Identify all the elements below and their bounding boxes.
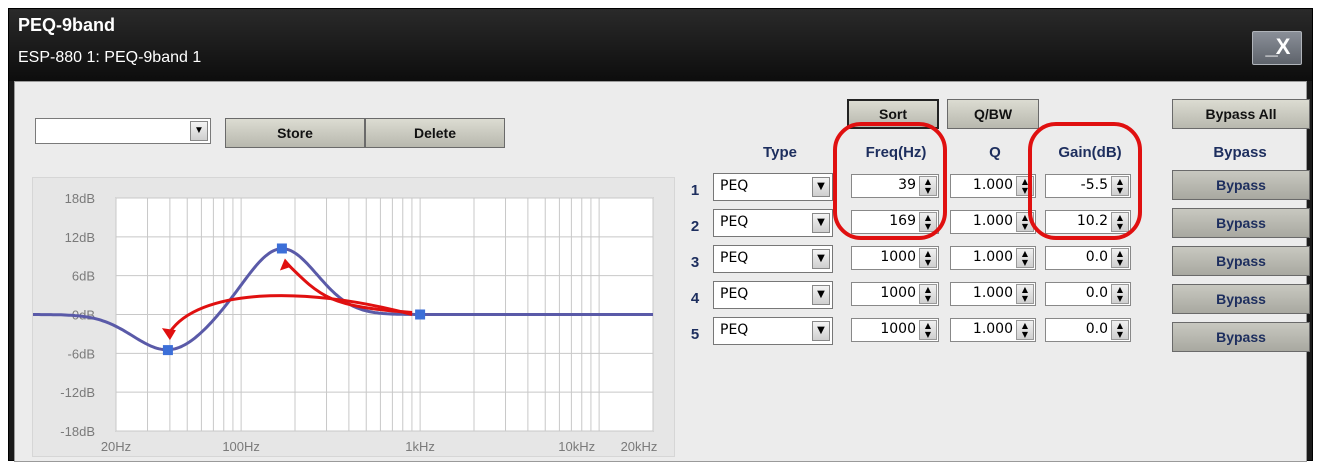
spin-arrows-icon[interactable]: ▲ ▼ (1111, 248, 1129, 268)
x-tick-label: 10kHz (558, 439, 595, 454)
y-tick-label: 18dB (65, 191, 95, 206)
spin-arrows-icon[interactable]: ▲ ▼ (1016, 320, 1034, 340)
q-value: 1.000 (972, 213, 1013, 229)
preset-dropdown[interactable]: ▼ (35, 118, 211, 144)
band-number: 5 (690, 326, 700, 343)
freq-field[interactable]: 1000 ▲ ▼ (851, 282, 939, 306)
chevron-down-icon[interactable]: ▼ (812, 249, 830, 269)
q-field[interactable]: 1.000 ▲ ▼ (950, 318, 1036, 342)
freq-field[interactable]: 1000 ▲ ▼ (851, 246, 939, 270)
x-tick-label: 100Hz (222, 439, 260, 454)
gain-field[interactable]: 0.0 ▲ ▼ (1045, 246, 1131, 270)
window-subtitle: ESP-880 1: PEQ-9band 1 (18, 49, 202, 66)
gain-field[interactable]: 0.0 ▲ ▼ (1045, 318, 1131, 342)
q-field[interactable]: 1.000 ▲ ▼ (950, 282, 1036, 306)
spin-arrows-icon[interactable]: ▲ ▼ (1111, 284, 1129, 304)
band-type-value: PEQ (720, 322, 749, 338)
chevron-down-icon[interactable]: ▼ (190, 121, 208, 141)
spin-arrows-icon[interactable]: ▲ ▼ (919, 248, 937, 268)
y-tick-label: 12dB (65, 230, 95, 245)
x-tick-label: 20Hz (101, 439, 131, 454)
spin-arrows-icon[interactable]: ▲ ▼ (919, 320, 937, 340)
minimize-close-button[interactable]: _X (1252, 31, 1302, 65)
q-field[interactable]: 1.000 ▲ ▼ (950, 246, 1036, 270)
x-axis-labels: 20Hz 100Hz 1kHz 10kHz 20kHz (101, 439, 658, 454)
freq-value: 1000 (880, 321, 916, 337)
bypass-all-button[interactable]: Bypass All (1172, 99, 1310, 129)
freq-field[interactable]: 1000 ▲ ▼ (851, 318, 939, 342)
gain-value: 0.0 (1085, 321, 1108, 337)
delete-button[interactable]: Delete (365, 118, 505, 148)
gain-value: 0.0 (1085, 285, 1108, 301)
band-type-value: PEQ (720, 178, 749, 194)
band-type-select[interactable]: PEQ ▼ (713, 317, 833, 345)
band-marker-handle (276, 243, 287, 254)
type-header: Type (763, 144, 797, 161)
q-field[interactable]: 1.000 ▲ ▼ (950, 174, 1036, 198)
store-button[interactable]: Store (225, 118, 365, 148)
band-number: 1 (690, 182, 700, 199)
gain-highlight-circle (1028, 122, 1142, 240)
q-value: 1.000 (972, 177, 1013, 193)
bypass-header: Bypass (1213, 144, 1267, 161)
band-type-value: PEQ (720, 214, 749, 230)
bypass-button[interactable]: Bypass (1172, 246, 1310, 276)
band-marker-handle (162, 345, 173, 356)
x-tick-label: 20kHz (621, 439, 658, 454)
band-type-value: PEQ (720, 250, 749, 266)
band-number: 4 (690, 290, 700, 307)
spin-arrows-icon[interactable]: ▲ ▼ (1016, 248, 1034, 268)
band-type-value: PEQ (720, 286, 749, 302)
spin-arrows-icon[interactable]: ▲ ▼ (1111, 320, 1129, 340)
y-tick-label: -6dB (68, 346, 95, 361)
band-type-select[interactable]: PEQ ▼ (713, 281, 833, 309)
bypass-button[interactable]: Bypass (1172, 322, 1310, 352)
bypass-button[interactable]: Bypass (1172, 284, 1310, 314)
qbw-button[interactable]: Q/BW (947, 99, 1039, 129)
client-area: ▼ Store Delete 18dB 12dB 6dB 0dB -6dB -12dB -1… (14, 81, 1310, 462)
band-type-select[interactable]: PEQ ▼ (713, 209, 833, 237)
chevron-down-icon[interactable]: ▼ (812, 321, 830, 341)
band-marker-handle (415, 309, 426, 320)
q-header: Q (989, 144, 1001, 161)
band-number: 2 (690, 218, 700, 235)
q-value: 1.000 (972, 285, 1013, 301)
band-type-select[interactable]: PEQ ▼ (713, 245, 833, 273)
q-value: 1.000 (972, 321, 1013, 337)
title-bar: PEQ-9band ESP-880 1: PEQ-9band 1 _X (9, 9, 1312, 81)
gain-value: 0.0 (1085, 249, 1108, 265)
x-tick-label: 1kHz (405, 439, 435, 454)
gain-field[interactable]: 0.0 ▲ ▼ (1045, 282, 1131, 306)
window-title: PEQ-9band (18, 15, 116, 35)
band-type-select[interactable]: PEQ ▼ (713, 173, 833, 201)
chevron-down-icon[interactable]: ▼ (812, 177, 830, 197)
spin-arrows-icon[interactable]: ▲ ▼ (919, 284, 937, 304)
chevron-down-icon[interactable]: ▼ (812, 213, 830, 233)
eq-graph-panel: 18dB 12dB 6dB 0dB -6dB -12dB -18dB 20Hz 100Hz 1k… (32, 177, 675, 457)
peq-window: PEQ-9band ESP-880 1: PEQ-9band 1 _X ▼ St… (8, 8, 1313, 462)
eq-graph[interactable]: 18dB12dB6dB0dB-6dB-12dB-18dB 20Hz 100Hz 1k… (33, 178, 676, 458)
spin-arrows-icon[interactable]: ▲ ▼ (1016, 284, 1034, 304)
bypass-button[interactable]: Bypass (1172, 170, 1310, 200)
q-field[interactable]: 1.000 ▲ ▼ (950, 210, 1036, 234)
y-tick-label: 6dB (72, 269, 95, 284)
y-tick-label: -18dB (60, 424, 95, 439)
q-value: 1.000 (972, 249, 1013, 265)
y-tick-label: -12dB (60, 385, 95, 400)
chevron-down-icon[interactable]: ▼ (812, 285, 830, 305)
freq-value: 1000 (880, 285, 916, 301)
freq-highlight-circle (833, 122, 947, 240)
freq-value: 1000 (880, 249, 916, 265)
bypass-button[interactable]: Bypass (1172, 208, 1310, 238)
band-number: 3 (690, 254, 700, 271)
